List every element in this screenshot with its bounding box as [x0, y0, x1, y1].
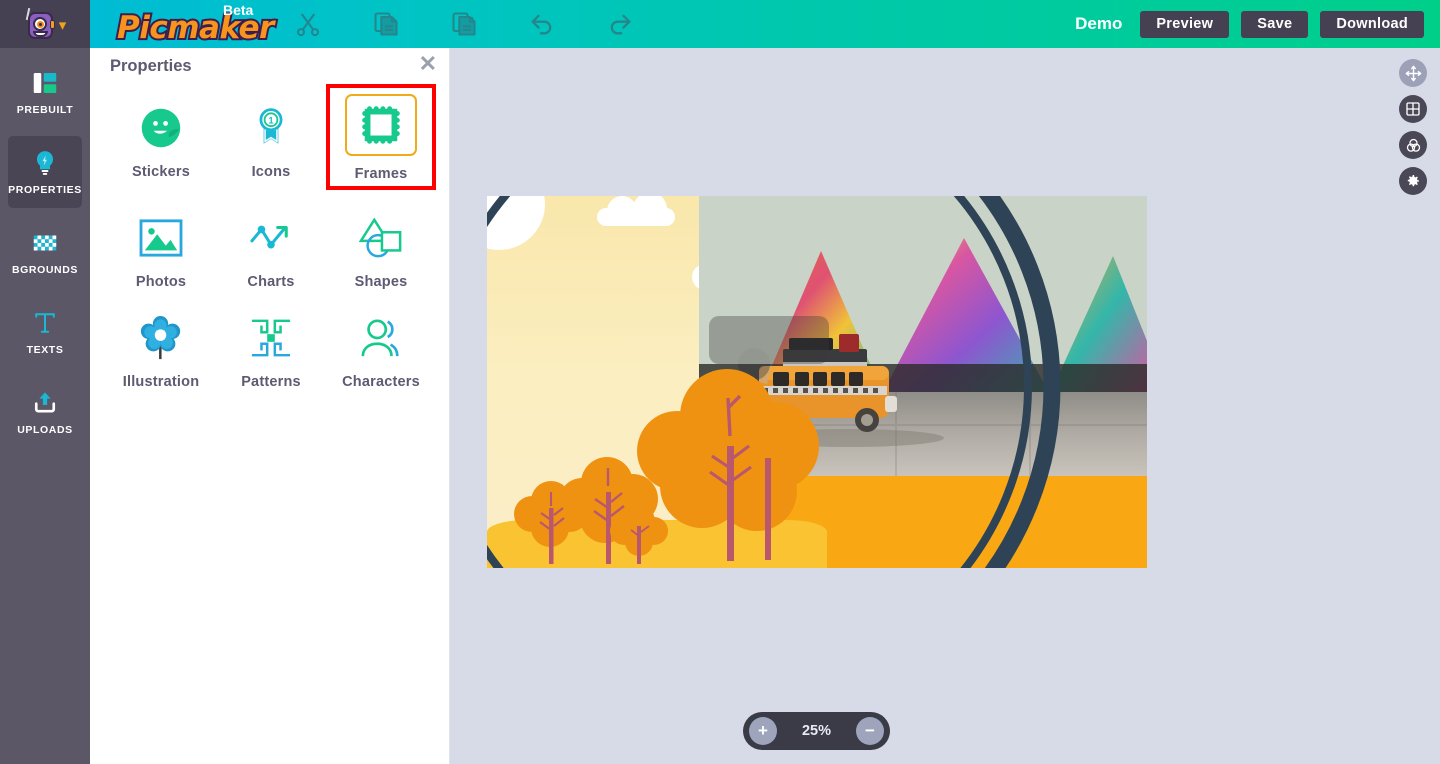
copy-icon[interactable]	[372, 10, 400, 38]
preview-button[interactable]: Preview	[1140, 10, 1230, 38]
chevron-down-icon[interactable]: ▾	[59, 18, 67, 33]
property-item-shapes[interactable]: Shapes	[326, 202, 436, 290]
property-item-frames[interactable]: Frames	[326, 84, 436, 190]
photo-image-icon	[135, 212, 187, 264]
beta-badge: Beta	[223, 2, 254, 18]
grid-tool-icon[interactable]	[1399, 95, 1427, 123]
project-name: Demo	[1075, 14, 1123, 33]
person-avatar-icon	[355, 312, 407, 364]
property-item-stickers[interactable]: Stickers	[106, 92, 216, 190]
app-header: ▾ Picmaker Beta Demo Preview Save Downlo…	[0, 0, 1440, 48]
property-item-label: Charts	[247, 274, 295, 290]
property-item-illustration[interactable]: Illustration	[106, 302, 216, 390]
close-icon[interactable]: ✕	[419, 53, 437, 75]
property-item-photos[interactable]: Photos	[106, 202, 216, 290]
property-item-label: Frames	[354, 166, 408, 182]
sticker-smiley-icon	[135, 102, 187, 154]
property-item-label: Characters	[342, 374, 420, 390]
zoom-in-button[interactable]: +	[749, 717, 777, 745]
undo-icon[interactable]	[528, 10, 556, 38]
property-item-charts[interactable]: Charts	[216, 202, 326, 290]
award-ribbon-icon: 1	[245, 102, 297, 154]
move-tool-icon[interactable]	[1399, 59, 1427, 87]
save-button[interactable]: Save	[1241, 10, 1309, 38]
svg-text:1: 1	[268, 115, 273, 125]
text-t-icon	[30, 308, 60, 338]
canvas-tools	[1399, 59, 1427, 195]
flower-icon	[135, 312, 187, 364]
sidebar-item-label: UPLOADS	[17, 424, 73, 436]
left-sidebar: PREBUILT PROPERTIES BGROUNDS TEXTS UPLOA…	[0, 48, 90, 764]
zoom-level-value: 25%	[801, 723, 832, 739]
sidebar-item-label: PREBUILT	[16, 104, 74, 116]
property-item-label: Illustration	[122, 374, 200, 390]
redo-icon[interactable]	[606, 10, 634, 38]
panel-title: Properties	[110, 57, 192, 75]
artboard[interactable]	[487, 196, 1147, 568]
properties-grid: Stickers 1 Icons Frames Photos Charts Sh…	[106, 84, 436, 390]
paste-icon[interactable]	[450, 10, 478, 38]
van-photo[interactable]	[699, 196, 1147, 476]
app-logo: Picmaker Beta	[115, 2, 276, 48]
zoom-out-button[interactable]: −	[856, 717, 884, 745]
sidebar-item-prebuilt[interactable]: PREBUILT	[8, 56, 82, 128]
ground-shape	[487, 520, 827, 568]
robot-mascot-icon	[24, 7, 55, 41]
frames-selection-box	[345, 94, 417, 156]
layout-grid-icon	[30, 68, 60, 98]
checkerboard-icon	[30, 228, 60, 258]
property-item-label: Icons	[251, 164, 291, 180]
cloud-shape	[597, 196, 675, 226]
stamp-frame-icon	[355, 99, 407, 151]
line-chart-icon	[245, 212, 297, 264]
cut-icon[interactable]	[294, 10, 322, 38]
property-item-label: Shapes	[354, 274, 408, 290]
property-item-patterns[interactable]: Patterns	[216, 302, 326, 390]
header-actions: Demo Preview Save Download	[1075, 0, 1424, 48]
sidebar-item-label: PROPERTIES	[8, 184, 82, 196]
property-item-icons[interactable]: 1 Icons	[216, 92, 326, 190]
color-tool-icon[interactable]	[1399, 131, 1427, 159]
header-tool-group	[280, 0, 634, 48]
brand-menu[interactable]: ▾	[0, 0, 90, 48]
pattern-blocks-icon	[245, 312, 297, 364]
shapes-icon	[355, 212, 407, 264]
property-item-label: Patterns	[241, 374, 301, 390]
properties-panel: Properties ✕ Stickers 1 Icons Frames Pho…	[90, 48, 450, 764]
zoom-control: + 25% −	[743, 712, 890, 750]
settings-tool-icon[interactable]	[1399, 167, 1427, 195]
lightbulb-icon	[30, 148, 60, 178]
sidebar-item-texts[interactable]: TEXTS	[8, 296, 82, 368]
sidebar-item-bgrounds[interactable]: BGROUNDS	[8, 216, 82, 288]
property-item-label: Photos	[135, 274, 187, 290]
upload-tray-icon	[30, 388, 60, 418]
sidebar-item-uploads[interactable]: UPLOADS	[8, 376, 82, 448]
sidebar-item-label: BGROUNDS	[11, 264, 79, 276]
canvas-area[interactable]: + 25% −	[450, 48, 1440, 764]
property-item-label: Stickers	[131, 164, 191, 180]
download-button[interactable]: Download	[1320, 10, 1424, 38]
property-item-characters[interactable]: Characters	[326, 302, 436, 390]
sidebar-item-properties[interactable]: PROPERTIES	[8, 136, 82, 208]
sidebar-item-label: TEXTS	[26, 344, 64, 356]
